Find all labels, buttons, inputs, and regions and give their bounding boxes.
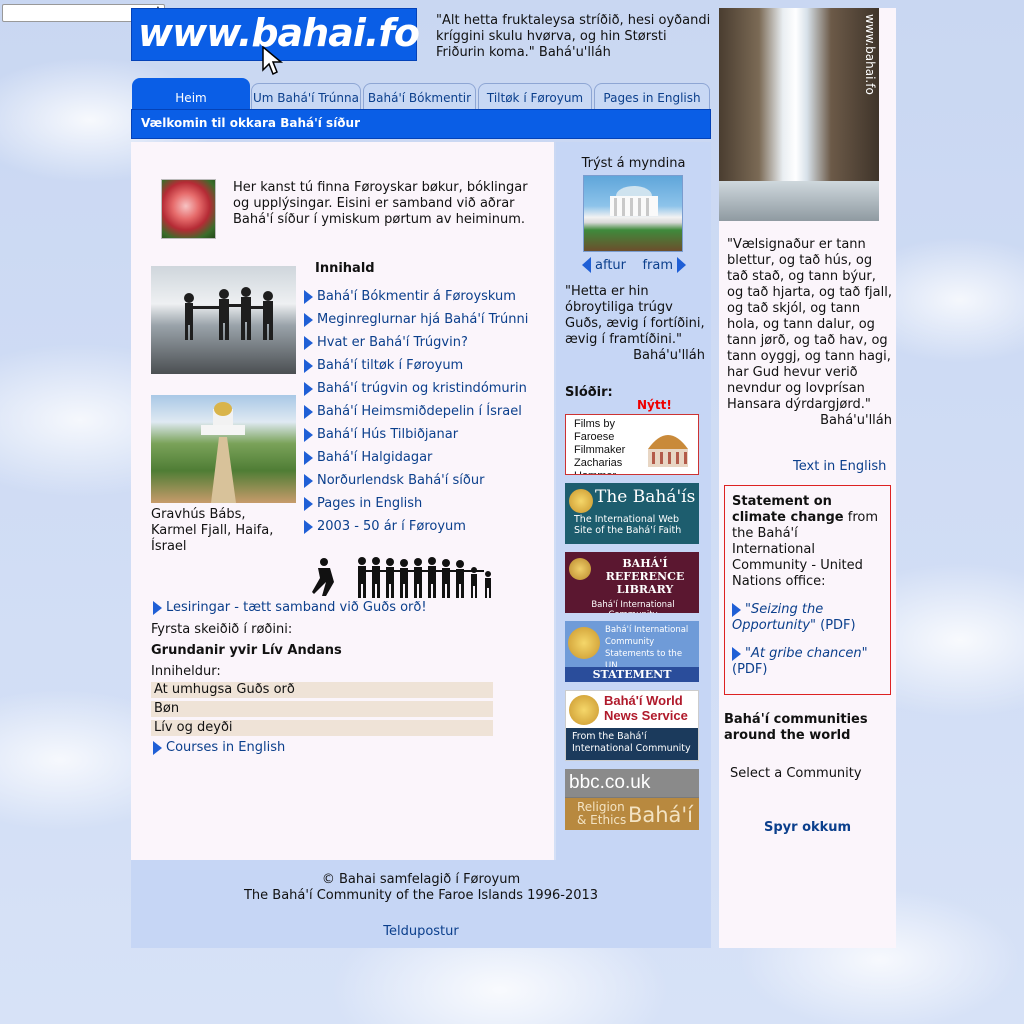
star-icon (569, 558, 591, 580)
tab-bahai-bokmentir[interactable]: Bahá'í Bókmentir (363, 83, 476, 109)
rose-image (161, 179, 216, 239)
tab-tiltok-i-foroyum[interactable]: Tiltøk í Føroyum (478, 83, 592, 109)
new-badge: Nýtt! (637, 398, 672, 412)
shrine-of-the-bab-photo[interactable] (151, 395, 296, 503)
list-item[interactable]: Bahá'í tiltøk í Føroyum (304, 354, 554, 377)
welcome-bar: Vælkomin til okkara Bahá'í síður (131, 109, 711, 139)
list-item[interactable]: Bahá'í Heimsmiðdepelin í Ísrael (304, 400, 554, 423)
list-item[interactable]: Bahá'í Hús Tilbiðjanar (304, 423, 554, 446)
tab-pages-in-english[interactable]: Pages in English (594, 83, 710, 109)
tab-um-bahai-trunna[interactable]: Um Bahá'í Trúnna (251, 83, 361, 109)
course-title: Grundanir yvir Lív Andans (151, 643, 342, 658)
course-unit[interactable]: Lív og deyði (151, 720, 493, 736)
people-chain-icon (312, 557, 491, 598)
contents-list: Bahá'í Bókmentir á Føroyskum Meginreglur… (304, 285, 554, 538)
copyright-text: © Bahai samfelagið í Føroyum (321, 872, 521, 887)
climate-statement-box: Statement on climate change from the Bah… (724, 485, 891, 695)
tab-heim[interactable]: Heim (132, 78, 250, 110)
ask-us-link[interactable]: Spyr okkum (764, 820, 851, 835)
people-silhouette-photo (151, 266, 296, 374)
arrow-right-icon (304, 427, 313, 442)
list-item[interactable]: Hvat er Bahá'í Trúgvin? (304, 331, 554, 354)
courses-english-link[interactable]: Courses in English (153, 740, 285, 755)
text-in-english-link[interactable]: Text in English (793, 459, 886, 474)
house-of-worship-image[interactable] (583, 175, 683, 252)
arrow-right-icon (304, 450, 313, 465)
arrow-right-icon (304, 473, 313, 488)
films-banner[interactable]: Films by Faroese Filmmaker Zacharias Ham… (565, 414, 699, 475)
forward-button[interactable]: fram (642, 257, 686, 273)
arrow-right-icon (153, 740, 162, 755)
mouse-cursor-icon (262, 46, 284, 76)
communities-heading: Bahá'í communities around the world (724, 712, 868, 743)
star-icon (568, 627, 600, 659)
image-caption: Gravhús Bábs, Karmel Fjall, Haifa, Ísrae… (151, 507, 274, 554)
arrow-right-icon (304, 496, 313, 511)
header-quote: "Alt hetta fruktaleysa stríðið, hesi oyð… (436, 13, 711, 60)
arrow-right-icon (304, 289, 313, 304)
arrow-right-icon (732, 646, 741, 661)
contains-label: Inniheldur: (151, 664, 221, 679)
the-bahais-banner[interactable]: The Bahá'ís The International Web Site o… (565, 483, 699, 544)
list-item[interactable]: Norðurlendsk Bahá'í síður (304, 469, 554, 492)
list-item[interactable]: 2003 - 50 ár í Føroyum (304, 515, 554, 538)
waterfall-photo: www.bahai.fo (719, 8, 879, 221)
star-icon (569, 695, 599, 725)
arrow-left-icon (582, 257, 591, 273)
image-nav: aftur fram (582, 257, 686, 273)
arrow-right-icon (304, 358, 313, 373)
list-item[interactable]: Bahá'í Bókmentir á Føroyskum (304, 285, 554, 308)
star-icon (569, 489, 593, 513)
reference-library-banner[interactable]: BAHÁ'Í REFERENCE LIBRARY Bahá'í Internat… (565, 552, 699, 613)
community-years: The Bahá'í Community of the Faroe Island… (243, 888, 599, 903)
links-heading: Slóðir: (565, 385, 613, 400)
intro-text: Her kanst tú finna Føroyskar bøkur, bókl… (233, 180, 528, 227)
right-quote: "Vælsignaður er tann blettur, og tað hús… (727, 237, 892, 428)
bbc-religion-banner[interactable]: bbc.co.uk Religion & Ethics Bahá'í (565, 769, 699, 830)
statement-library-banner[interactable]: Bahá'í International Community Statement… (565, 621, 699, 682)
click-image-label: Trýst á myndina (581, 156, 686, 171)
arrow-right-icon (304, 335, 313, 350)
course-unit[interactable]: At umhugsa Guðs orð (151, 682, 493, 698)
back-button[interactable]: aftur (582, 257, 626, 273)
first-course-label: Fyrsta skeiðið í røðini: (151, 622, 293, 637)
world-news-service-banner[interactable]: Bahá'í World News Service From the Bahá'… (565, 690, 699, 761)
arrow-right-icon (304, 312, 313, 327)
list-item[interactable]: Meginreglurnar hjá Bahá'í Trúnni (304, 308, 554, 331)
course-unit[interactable]: Bøn (151, 701, 493, 717)
list-item[interactable]: Bahá'í trúgvin og kristindómurin (304, 377, 554, 400)
dome-icon (648, 435, 688, 467)
photo-watermark: www.bahai.fo (863, 14, 877, 95)
arrow-right-icon (304, 519, 313, 534)
arrow-right-icon (153, 600, 162, 615)
list-item[interactable]: Pages in English (304, 492, 554, 515)
seizing-opportunity-link[interactable]: "Seizing the Opportunity" (PDF) (732, 602, 883, 634)
at-gribe-chancen-link[interactable]: "At gribe chancen" (PDF) (732, 646, 883, 678)
arrow-right-icon (677, 257, 686, 273)
arrow-right-icon (732, 602, 741, 617)
arrow-right-icon (304, 381, 313, 396)
middle-quote: "Hetta er hin óbroytiliga trúgv Guðs, æv… (565, 284, 705, 363)
contents-heading: Innihald (315, 261, 375, 276)
arrow-right-icon (304, 404, 313, 419)
email-link[interactable]: Teldupostur (131, 924, 711, 940)
readings-link[interactable]: Lesiringar - tætt samband við Guðs orð! (153, 600, 427, 615)
list-item[interactable]: Bahá'í Halgidagar (304, 446, 554, 469)
select-community-dropdown[interactable]: Select a Community (730, 766, 862, 781)
footer: © Bahai samfelagið í Føroyum The Bahá'í … (131, 860, 711, 948)
